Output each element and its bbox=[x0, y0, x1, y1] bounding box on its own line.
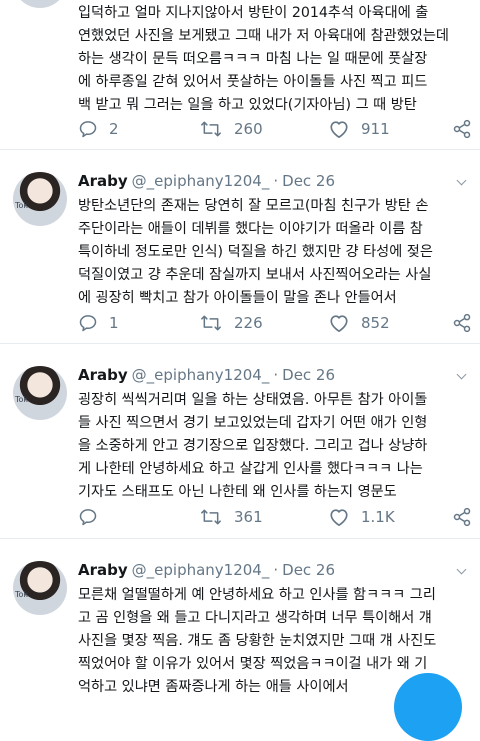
avatar-badge-text: Tok bbox=[15, 590, 29, 599]
like-count: 852 bbox=[361, 314, 390, 332]
avatar-badge-text: Tok bbox=[15, 395, 29, 404]
chevron-down-icon[interactable] bbox=[458, 177, 466, 185]
share-button[interactable] bbox=[452, 310, 472, 336]
tweet-actions: 1 226 852 bbox=[78, 310, 473, 336]
tweet-date[interactable]: Dec 26 bbox=[282, 172, 335, 190]
separator-dot: · bbox=[273, 561, 279, 579]
tweet-text-line: 게 나한테 안녕하세요 하고 살갑게 인사를 했다ㅋㅋㅋ 나는 bbox=[78, 461, 423, 477]
retweet-button[interactable]: 226 bbox=[199, 310, 263, 336]
tweet-header: Araby @_epiphany1204_ · Dec 26 bbox=[78, 366, 335, 384]
tweet-text-line: 들 사진 찍으면서 경기 보고있었는데 갑자기 어떤 애가 인형 bbox=[78, 415, 428, 431]
tweet-text-line: 덕질이였고 걍 추운데 잠실까지 보내서 사진찍어오라는 사실 bbox=[78, 267, 432, 283]
tweet-actions: 361 1.1K bbox=[78, 504, 473, 530]
avatar[interactable]: Tok bbox=[13, 172, 67, 226]
author-handle[interactable]: @_epiphany1204_ bbox=[132, 561, 270, 579]
reply-icon bbox=[79, 315, 97, 332]
tweet-text-line: 기자도 스태프도 아닌 나한테 왜 인사를 하는지 영문도 bbox=[78, 484, 397, 500]
avatar-badge-text: Tok bbox=[15, 201, 29, 210]
avatar[interactable]: Tok bbox=[13, 366, 67, 420]
share-button[interactable] bbox=[452, 504, 472, 530]
reply-count: 1 bbox=[109, 314, 119, 332]
retweet-count: 260 bbox=[234, 120, 263, 138]
share-button[interactable] bbox=[452, 116, 472, 142]
reply-icon bbox=[79, 121, 97, 138]
tweet-text-line: 입덕하고 얼마 지나지않아서 방탄이 2014추석 아육대에 출 bbox=[78, 5, 429, 21]
tweet-text-line: 방탄소년단의 존재는 당연히 잘 모르고(마침 친구가 방탄 손 bbox=[78, 198, 429, 214]
tweet-text-line: 에 하루종일 갇혀 있어서 풋살하는 아이돌들 사진 찍고 피드 bbox=[78, 74, 428, 90]
tweet-4[interactable]: Tok Araby @_epiphany1204_ · Dec 26 모른채 얼떨떨하… bbox=[0, 539, 480, 697]
tweet-text-line: 백 받고 뭐 그러는 일을 하고 있었다(기자아님) 그 때 방탄 bbox=[78, 97, 417, 113]
tweet-text-line: 에 굉장히 빡치고 참가 아이돌들이 말을 존나 안들어서 bbox=[78, 290, 397, 306]
like-button[interactable]: 911 bbox=[328, 116, 390, 142]
avatar[interactable] bbox=[13, 0, 67, 8]
tweet-text: 입덕하고 얼마 지나지않아서 방탄이 2014추석 아육대에 출 연했었던 사진… bbox=[78, 2, 470, 117]
heart-icon bbox=[330, 121, 348, 138]
like-count: 1.1K bbox=[361, 508, 395, 526]
tweet-text: 굉장히 씩씩거리며 일을 하는 상태였음. 아무튼 참가 아이돌 들 사진 찍으… bbox=[78, 389, 470, 504]
separator-dot: · bbox=[273, 172, 279, 190]
retweet-button[interactable]: 361 bbox=[199, 504, 263, 530]
author-name[interactable]: Araby bbox=[78, 172, 128, 190]
heart-icon bbox=[330, 509, 348, 526]
tweet-date[interactable]: Dec 26 bbox=[282, 366, 335, 384]
separator-dot: · bbox=[273, 366, 279, 384]
tweet-text-line: 모른채 얼떨떨하게 예 안녕하세요 하고 인사를 함ㅋㅋㅋ 그리 bbox=[78, 587, 436, 603]
share-icon bbox=[453, 119, 471, 139]
avatar[interactable]: Tok bbox=[13, 561, 67, 615]
reply-icon bbox=[79, 509, 97, 526]
retweet-icon bbox=[201, 509, 221, 525]
author-handle[interactable]: @_epiphany1204_ bbox=[132, 366, 270, 384]
tweet-header: Araby @_epiphany1204_ · Dec 26 bbox=[78, 561, 335, 579]
tweet-text-line: 찍었어야 할 이유가 있어서 몇장 찍었음ㅋㅋ이걸 내가 왜 기 bbox=[78, 656, 428, 672]
tweet-text-line: 고 곰 인형을 왜 들고 다니지라고 생각하며 너무 특이해서 걔 bbox=[78, 610, 432, 626]
tweet-2[interactable]: Tok Araby @_epiphany1204_ · Dec 26 방탄소년단의 존… bbox=[0, 150, 480, 342]
chevron-down-icon[interactable] bbox=[458, 566, 466, 574]
retweet-icon bbox=[201, 121, 221, 137]
share-icon bbox=[453, 313, 471, 333]
tweet-header: Araby @_epiphany1204_ · Dec 26 bbox=[78, 172, 335, 190]
reply-count: 2 bbox=[109, 120, 119, 138]
chevron-down-icon[interactable] bbox=[458, 371, 466, 379]
like-button[interactable]: 1.1K bbox=[328, 504, 395, 530]
heart-icon bbox=[330, 315, 348, 332]
tweet-actions: 2 260 911 bbox=[78, 116, 473, 142]
tweet-3[interactable]: Tok Araby @_epiphany1204_ · Dec 26 굉장히 씩씩거리… bbox=[0, 344, 480, 536]
tweet-text-line: 특이하네 정도로만 인식) 덕질을 하긴 했지만 걍 타성에 젖은 bbox=[78, 244, 433, 260]
author-name[interactable]: Araby bbox=[78, 366, 128, 384]
retweet-button[interactable]: 260 bbox=[199, 116, 263, 142]
author-handle[interactable]: @_epiphany1204_ bbox=[132, 172, 270, 190]
share-icon bbox=[453, 507, 471, 527]
tweet-1[interactable]: 입덕하고 얼마 지나지않아서 방탄이 2014추석 아육대에 출 연했었던 사진… bbox=[0, 0, 480, 149]
retweet-icon bbox=[201, 315, 221, 331]
retweet-count: 361 bbox=[234, 508, 263, 526]
tweet-text-line: 주단이라는 애들이 데뷔를 했다는 이야기가 떠올라 이름 참 bbox=[78, 221, 423, 237]
like-count: 911 bbox=[361, 120, 390, 138]
reply-button[interactable]: 2 bbox=[78, 116, 119, 142]
tweet-date[interactable]: Dec 26 bbox=[282, 561, 335, 579]
tweet-text-line: 사진을 몇장 찍음. 걔도 좀 당황한 눈치였지만 그때 걔 사진도 bbox=[78, 633, 437, 649]
tweet-text-line: 을 소중하게 안고 경기장으로 입장했다. 그리고 겁나 상냥하 bbox=[78, 438, 428, 454]
reply-button[interactable] bbox=[78, 504, 109, 530]
like-button[interactable]: 852 bbox=[328, 310, 390, 336]
tweet-text-line: 연했었던 사진을 보게됐고 그때 내가 저 아육대에 참관했었는데 bbox=[78, 28, 449, 44]
reply-button[interactable]: 1 bbox=[78, 310, 119, 336]
tweet-text-line: 하는 생각이 문득 떠오름ㅋㅋㅋ 마침 나는 일 때문에 풋살장 bbox=[78, 51, 428, 67]
tweet-text-line: 굉장히 씩씩거리며 일을 하는 상태였음. 아무튼 참가 아이돌 bbox=[78, 392, 428, 408]
retweet-count: 226 bbox=[234, 314, 263, 332]
author-name[interactable]: Araby bbox=[78, 561, 128, 579]
tweet-text: 방탄소년단의 존재는 당연히 잘 모르고(마침 친구가 방탄 손 주단이라는 애… bbox=[78, 195, 470, 310]
compose-tweet-button[interactable] bbox=[394, 673, 462, 741]
